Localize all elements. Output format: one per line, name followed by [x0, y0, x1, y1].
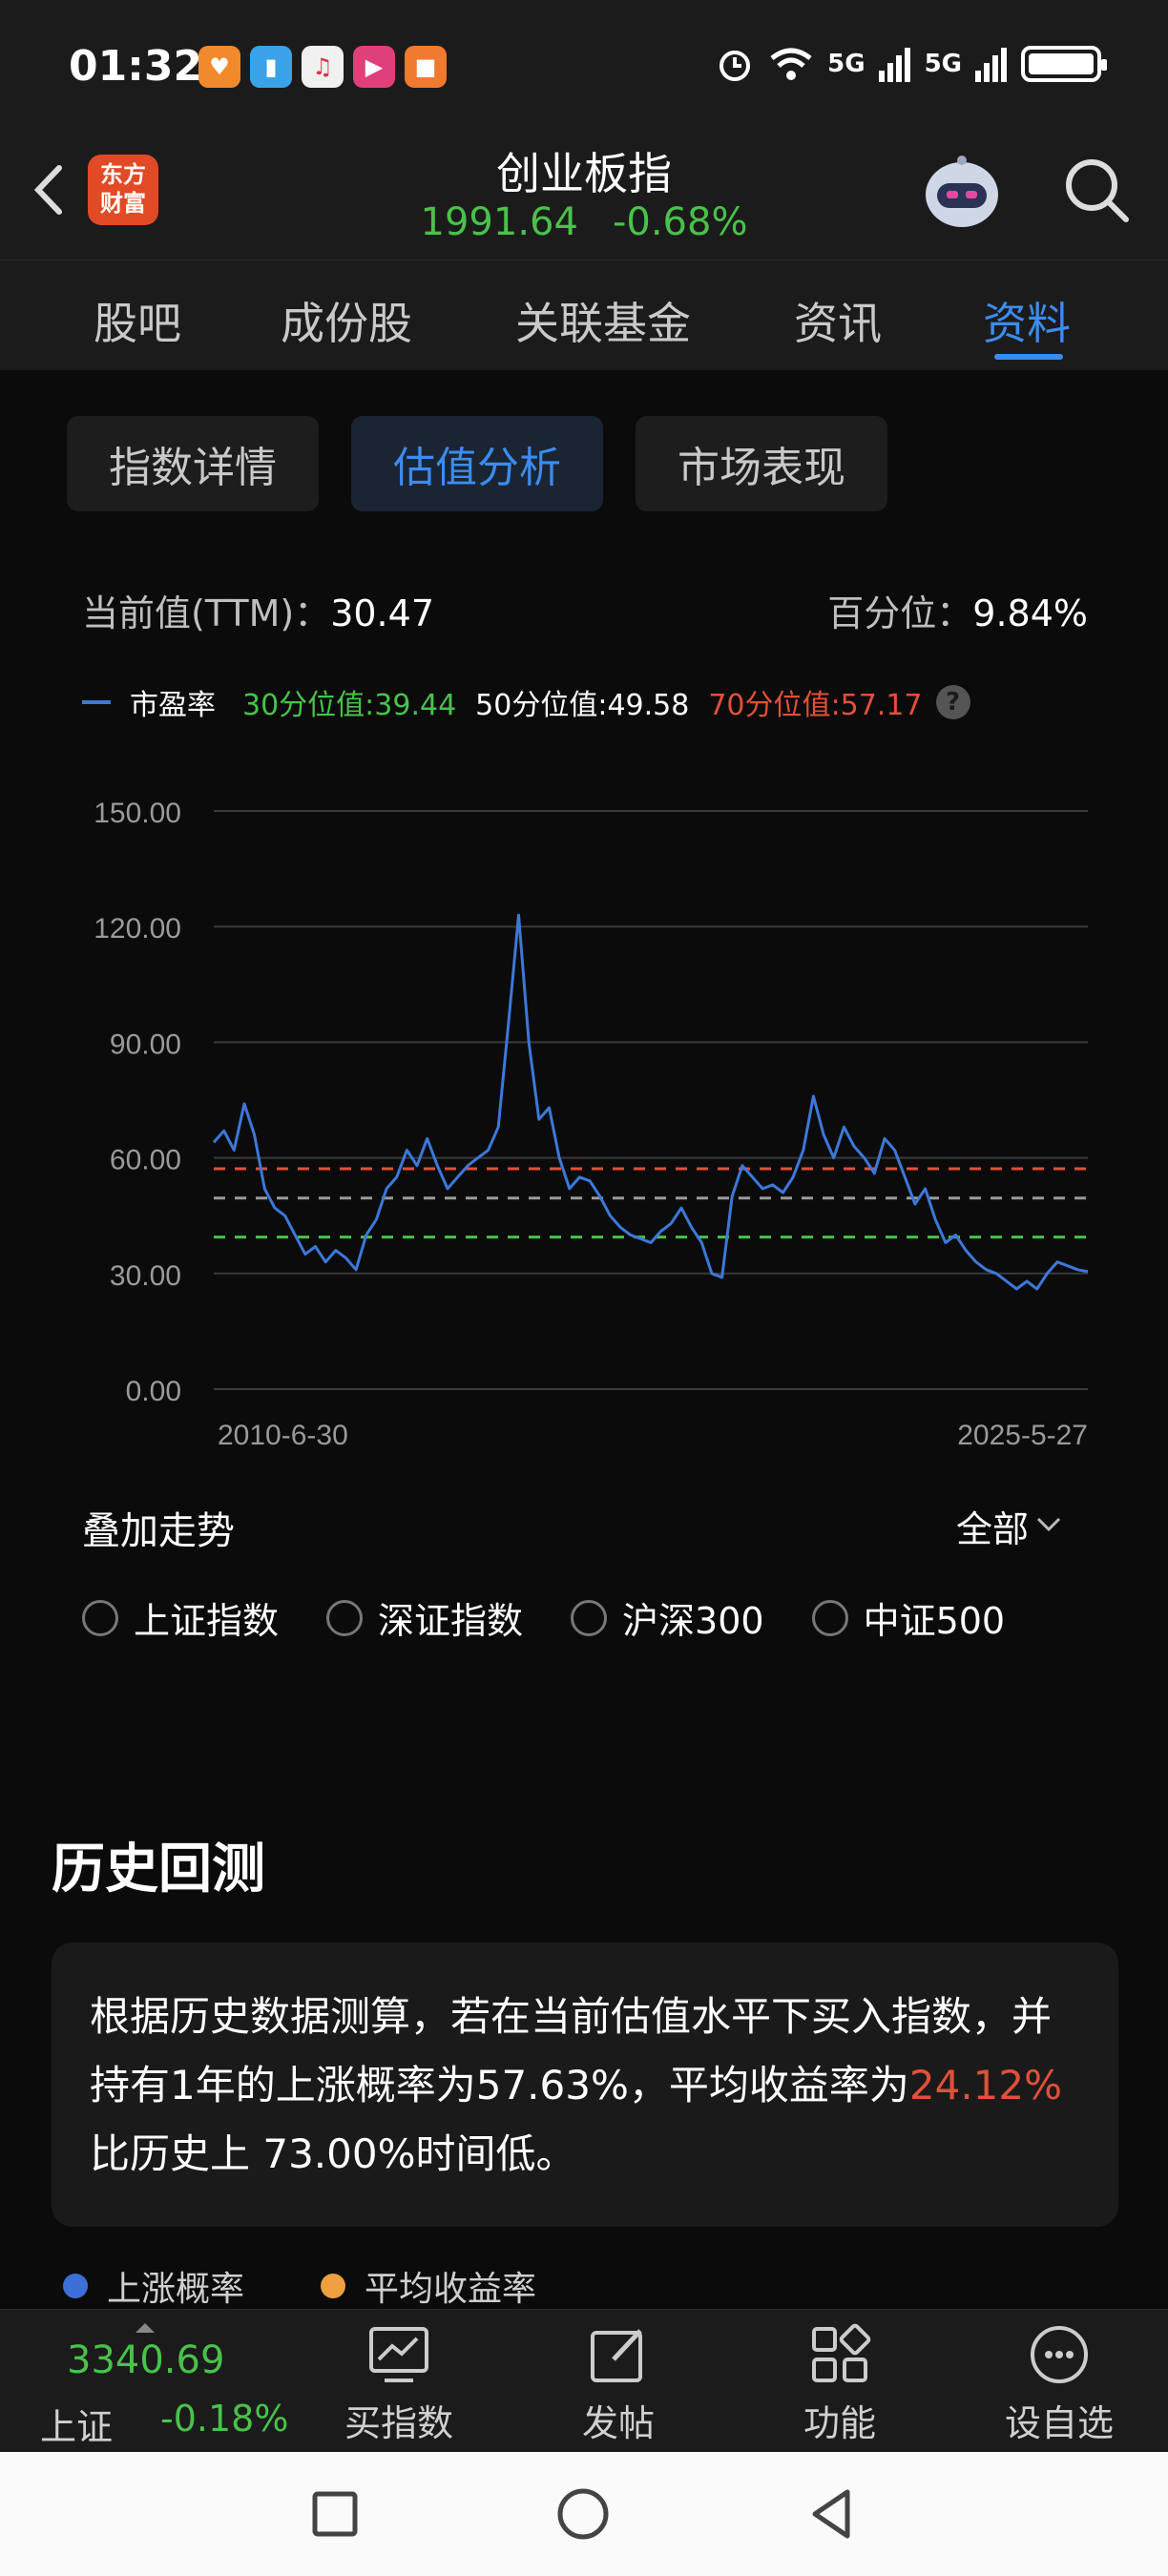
legend-dot-return [321, 2274, 346, 2298]
tab-profile[interactable]: 资料 [983, 289, 1071, 352]
network-label-2: 5G [924, 50, 962, 78]
edit-icon [591, 2329, 642, 2382]
x-tick-label: 2025-5-27 [957, 1420, 1088, 1451]
wifi-icon [770, 48, 812, 80]
grid-icon [812, 2323, 871, 2382]
home-icon[interactable] [550, 2481, 616, 2547]
alarm-icon [720, 51, 751, 81]
recent-apps-icon[interactable] [302, 2481, 368, 2547]
current-value: 当前值(TTM)：30.47 [82, 592, 434, 634]
tab-constituents[interactable]: 成份股 [281, 289, 412, 352]
robot-assistant-icon[interactable] [918, 151, 1006, 239]
backtest-description: 根据历史数据测算，若在当前估值水平下买入指数，并持有1年的上涨概率为57.63%… [52, 1942, 1118, 2227]
radio-circle-icon [571, 1599, 608, 1636]
back-triangle-icon[interactable] [800, 2481, 866, 2547]
chevron-down-icon[interactable] [1034, 1515, 1063, 1534]
signal-icon [878, 48, 910, 82]
tab-news[interactable]: 资讯 [794, 289, 882, 352]
subtab-index-details[interactable]: 指数详情 [67, 416, 319, 511]
index-price: 1991.64 [420, 200, 578, 244]
help-icon[interactable]: ? [935, 685, 970, 719]
network-label-1: 5G [827, 50, 866, 78]
battery-icon [1021, 46, 1107, 82]
overlay-option-shenzhen[interactable]: 深证指数 [326, 1591, 523, 1644]
legend-p50: 50分位值:49.58 [475, 689, 690, 722]
range-select[interactable]: 全部 [956, 1500, 1029, 1552]
functions-button[interactable]: 功能 [763, 2321, 916, 2446]
y-tick-label: 0.00 [126, 1376, 181, 1407]
system-nav-bar [0, 2452, 1168, 2576]
caret-up-icon [136, 2323, 155, 2333]
percentile: 百分位：9.84% [827, 592, 1088, 634]
app-box-icon: ■ [405, 46, 447, 88]
y-tick-label: 60.00 [110, 1145, 181, 1176]
add-watchlist-button[interactable]: 设自选 [983, 2321, 1136, 2446]
pe-chart: 150.00 120.00 90.00 60.00 30.00 0.00 2010-6-30… [94, 798, 1089, 1451]
tab-related-funds[interactable]: 关联基金 [515, 289, 691, 352]
shanghai-index-change[interactable]: -0.18% [160, 2398, 288, 2440]
legend-p70: 70分位值:57.17 [708, 689, 923, 722]
status-time: 01:32 [69, 42, 203, 91]
radio-circle-icon [82, 1599, 118, 1636]
signal-icon-2 [975, 48, 1007, 82]
legend-pe-swatch [82, 700, 111, 704]
y-tick-label: 150.00 [94, 798, 181, 829]
legend-p30: 30分位值:39.44 [242, 689, 457, 722]
active-tab-indicator [994, 354, 1063, 360]
legend-dot-up [63, 2274, 88, 2298]
subtab-market-performance[interactable]: 市场表现 [636, 416, 887, 511]
backtest-legend: 上涨概率 平均收益率 [63, 2261, 536, 2311]
overlay-title: 叠加走势 [82, 1509, 235, 1553]
bottom-bar: 3340.69 上证 -0.18% 买指数 发帖 功能 设自选 [0, 2309, 1168, 2452]
index-change: -0.68% [612, 200, 748, 244]
overlay-option-hs300[interactable]: 沪深300 [571, 1591, 764, 1644]
tab-guba[interactable]: 股吧 [94, 289, 181, 352]
legend-pe: 市盈率 [130, 689, 216, 722]
app-book-icon: ▮ [250, 46, 292, 88]
y-tick-label: 120.00 [94, 913, 181, 945]
status-indicators: 5G 5G [715, 44, 1107, 84]
backtest-title: 历史回测 [52, 1839, 265, 1901]
overlay-options: 上证指数 深证指数 沪深300 中证500 [82, 1591, 1053, 1644]
y-tick-label: 90.00 [110, 1028, 181, 1060]
radio-circle-icon [811, 1599, 848, 1636]
buy-index-button[interactable]: 买指数 [323, 2321, 475, 2446]
shanghai-index-name[interactable]: 上证 [40, 2398, 113, 2450]
status-app-icons: ♥ ▮ ♫ ▶ ■ [198, 46, 447, 88]
app-heart-icon: ♥ [198, 46, 240, 88]
return-highlight: 24.12% [908, 2062, 1063, 2109]
overlay-option-shanghai[interactable]: 上证指数 [82, 1591, 279, 1644]
overlay-option-csi500[interactable]: 中证500 [811, 1591, 1005, 1644]
app-music-icon: ♫ [302, 46, 344, 88]
app-play-icon: ▶ [353, 46, 395, 88]
main-tabs: 股吧 成份股 关联基金 资讯 资料 [0, 260, 1168, 370]
search-icon[interactable] [1059, 153, 1136, 229]
subtab-valuation[interactable]: 估值分析 [351, 416, 603, 511]
chart-card-icon [369, 2327, 428, 2382]
radio-circle-icon [326, 1599, 364, 1636]
post-button[interactable]: 发帖 [542, 2321, 695, 2446]
status-bar: 01:32 ♥ ▮ ♫ ▶ ■ 5G 5G [0, 0, 1168, 134]
shanghai-index-value[interactable]: 3340.69 [67, 2338, 224, 2382]
pe-series-line [212, 913, 1089, 1291]
chart-legend: 市盈率 30分位值:39.44 50分位值:49.58 70分位值:57.17 … [82, 681, 970, 723]
header: 东方 财富 创业板指 1991.64 -0.68% [0, 134, 1168, 260]
x-tick-label: 2010-6-30 [218, 1420, 348, 1451]
more-circle-icon [1031, 2326, 1088, 2383]
y-tick-label: 30.00 [110, 1260, 181, 1292]
